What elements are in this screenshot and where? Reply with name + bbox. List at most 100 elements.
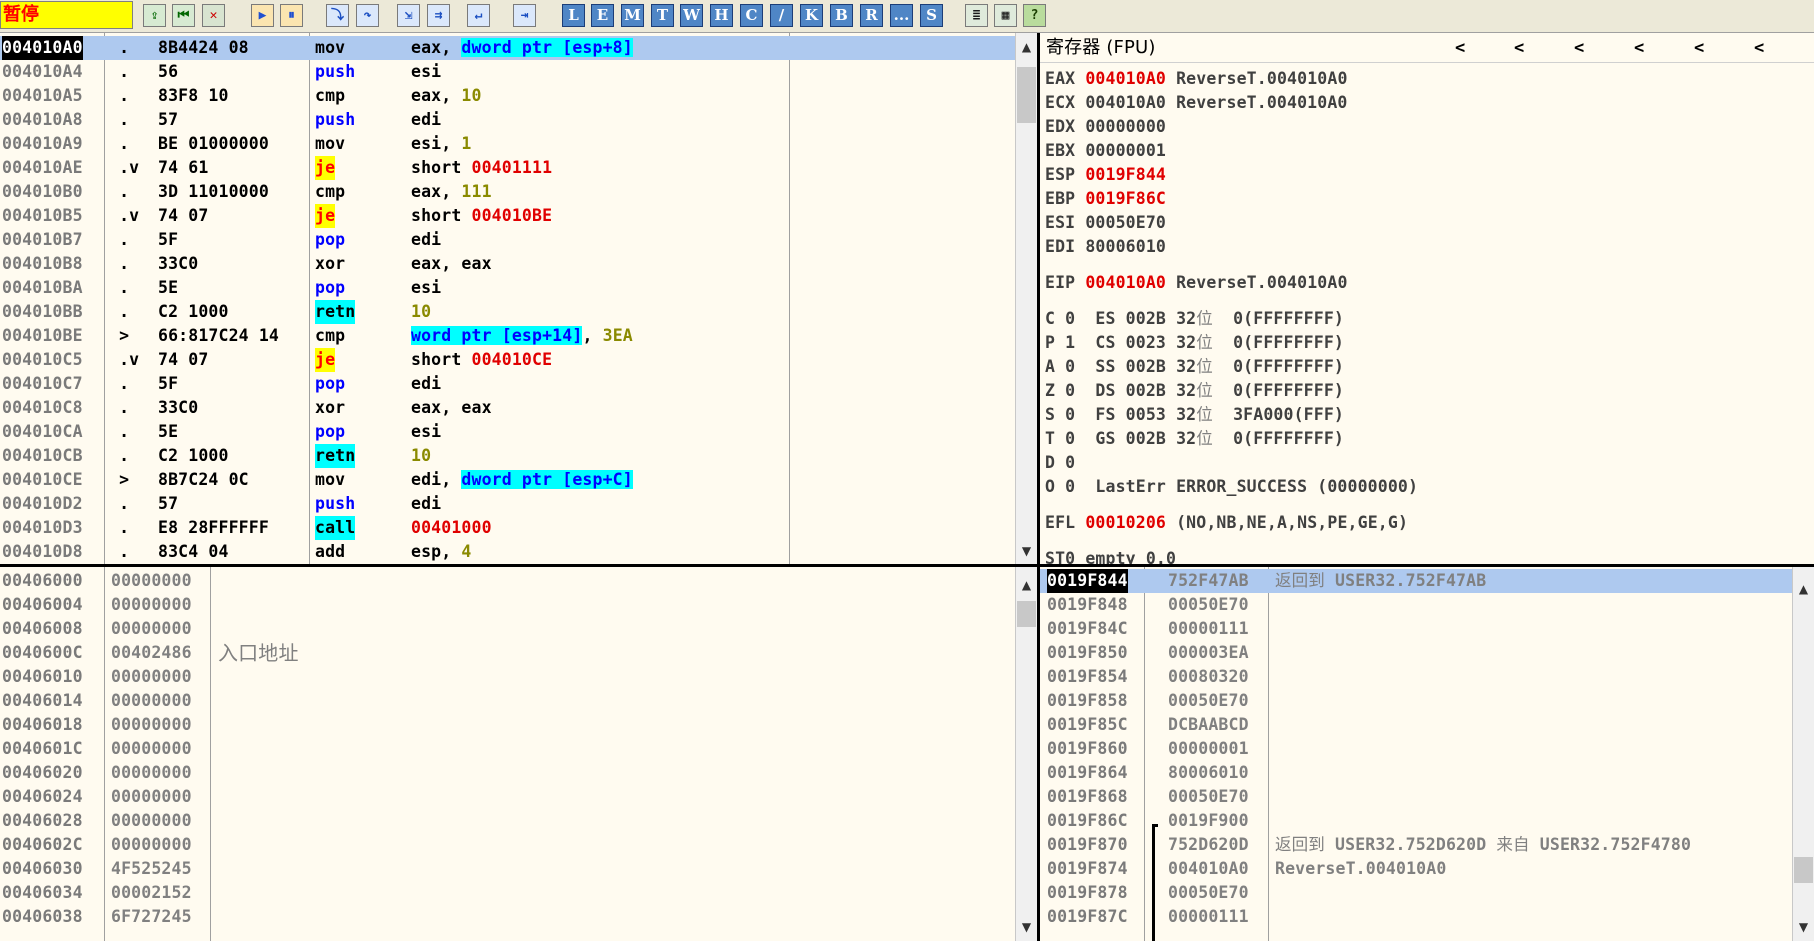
disasm-row[interactable]: 004010CE >8B7C24 0C mov edi, dword ptr [es… xyxy=(0,468,1015,492)
disasm-row[interactable]: 004010C7 . 5F pop edi xyxy=(0,372,1015,396)
scroll-down-arrow-icon[interactable]: ▼ xyxy=(1793,917,1814,937)
register-line[interactable]: EDX 00000000 xyxy=(1045,115,1166,139)
register-line[interactable]: P 1 CS 0023 32位 0(FFFFFFFF) xyxy=(1045,331,1344,355)
disasm-row[interactable]: 004010B0 . 3D 11010000 cmp eax, 111 xyxy=(0,180,1015,204)
stack-row[interactable]: 0019F874 004010A0 ReverseT.004010A0 xyxy=(1040,857,1792,881)
dump-row[interactable]: 00406038 6F727245 xyxy=(0,905,1015,929)
window-L-button[interactable]: L xyxy=(562,4,585,27)
stack-row[interactable]: 0019F84C 00000111 xyxy=(1040,617,1792,641)
register-line[interactable]: D 0 xyxy=(1045,451,1075,475)
window-slash-button[interactable]: / xyxy=(770,4,793,27)
stack-row[interactable]: 0019F860 00000001 xyxy=(1040,737,1792,761)
window-B-button[interactable]: B xyxy=(830,4,853,27)
memory-dump-pane[interactable]: 00406000 00000000 00406004 00000000 00406008… xyxy=(0,567,1037,941)
register-line[interactable]: ESI 00050E70 xyxy=(1045,211,1166,235)
window-R-button[interactable]: R xyxy=(860,4,883,27)
trace-over-button[interactable]: ⇉ xyxy=(427,4,450,27)
pause-button[interactable]: ⏸ xyxy=(280,4,303,27)
stack-scrollbar[interactable]: ▲ ▼ xyxy=(1792,567,1814,941)
help-button[interactable]: ? xyxy=(1023,4,1046,27)
step-into-button[interactable]: ⤵ xyxy=(326,4,349,27)
window-M-button[interactable]: M xyxy=(621,4,644,27)
run-button[interactable]: ▶ xyxy=(251,4,274,27)
dump-row[interactable]: 00406008 00000000 xyxy=(0,617,1015,641)
scrollbar-thumb[interactable] xyxy=(1017,67,1036,123)
stack-row[interactable]: 0019F87C 00000111 xyxy=(1040,905,1792,929)
register-line[interactable]: A 0 SS 002B 32位 0(FFFFFFFF) xyxy=(1045,355,1344,379)
execute-till-return-button[interactable]: ↵ xyxy=(467,4,490,27)
register-line[interactable]: ESP 0019F844 xyxy=(1045,163,1166,187)
register-line[interactable]: EAX 004010A0 ReverseT.004010A0 xyxy=(1045,67,1348,91)
register-line[interactable]: S 0 FS 0053 32位 3FA000(FFF) xyxy=(1045,403,1344,427)
dump-row[interactable]: 0040601C 00000000 xyxy=(0,737,1015,761)
disasm-row[interactable]: 004010CA . 5E pop esi xyxy=(0,420,1015,444)
colors-button[interactable]: ▦ xyxy=(994,4,1017,27)
stack-row[interactable]: 0019F878 00050E70 xyxy=(1040,881,1792,905)
scroll-up-arrow-icon[interactable]: ▲ xyxy=(1793,579,1814,599)
dump-row[interactable]: 00406030 4F525245 xyxy=(0,857,1015,881)
dump-row[interactable]: 0040600C 00402486 入口地址 xyxy=(0,641,1015,665)
dump-row[interactable]: 00406024 00000000 xyxy=(0,785,1015,809)
disasm-row[interactable]: 004010A0 . 8B4424 08 mov eax, dword ptr [es… xyxy=(0,36,1015,60)
scroll-down-arrow-icon[interactable]: ▼ xyxy=(1016,917,1037,937)
stack-row[interactable]: 0019F858 00050E70 xyxy=(1040,689,1792,713)
disasm-row[interactable]: 004010D3 . E8 28FFFFFF call 00401000 xyxy=(0,516,1015,540)
disasm-row[interactable]: 004010BE >66:817C24 14 cmp word ptr [esp+1… xyxy=(0,324,1015,348)
disasm-row[interactable]: 004010BB . C2 1000 retn 10 xyxy=(0,300,1015,324)
list-button[interactable]: ≣ xyxy=(965,4,988,27)
window-T-button[interactable]: T xyxy=(651,4,674,27)
window-dots-button[interactable]: ... xyxy=(890,4,913,27)
window-W-button[interactable]: W xyxy=(680,4,703,27)
stack-row[interactable]: 0019F86C 0019F900 xyxy=(1040,809,1792,833)
register-line[interactable]: EBX 00000001 xyxy=(1045,139,1166,163)
register-line[interactable]: EBP 0019F86C xyxy=(1045,187,1166,211)
disasm-row[interactable]: 004010B8 . 33C0 xor eax, eax xyxy=(0,252,1015,276)
stack-row[interactable]: 0019F864 80006010 xyxy=(1040,761,1792,785)
disasm-row[interactable]: 004010A4 . 56 push esi xyxy=(0,60,1015,84)
chevron-left-icon[interactable]: < xyxy=(1574,36,1584,60)
go-to-user-code-button[interactable]: ⇥ xyxy=(513,4,536,27)
scrollbar-thumb[interactable] xyxy=(1017,601,1036,627)
stack-row[interactable]: 0019F870 752D620D 返回到 USER32.752D620D 来自 U… xyxy=(1040,833,1792,857)
disasm-row[interactable]: 004010CB . C2 1000 retn 10 xyxy=(0,444,1015,468)
dump-row[interactable]: 00406034 00002152 xyxy=(0,881,1015,905)
register-line[interactable]: ECX 004010A0 ReverseT.004010A0 xyxy=(1045,91,1348,115)
dump-row[interactable]: 00406020 00000000 xyxy=(0,761,1015,785)
scroll-up-arrow-icon[interactable]: ▲ xyxy=(1016,575,1037,595)
dump-row[interactable]: 00406010 00000000 xyxy=(0,665,1015,689)
disasm-row[interactable]: 004010AE .v 74 61 je short 00401111 xyxy=(0,156,1015,180)
open-button[interactable]: ⇪ xyxy=(143,4,166,27)
stack-row[interactable]: 0019F85C DCBAABCD xyxy=(1040,713,1792,737)
disasm-row[interactable]: 004010D8 . 83C4 04 add esp, 4 xyxy=(0,540,1015,564)
stack-row[interactable]: 0019F850 000003EA xyxy=(1040,641,1792,665)
register-line[interactable]: Z 0 DS 002B 32位 0(FFFFFFFF) xyxy=(1045,379,1344,403)
register-line[interactable]: EDI 80006010 xyxy=(1045,235,1166,259)
chevron-left-icon[interactable]: < xyxy=(1514,36,1524,60)
dump-row[interactable]: 00406014 00000000 xyxy=(0,689,1015,713)
dump-row[interactable]: 00406004 00000000 xyxy=(0,593,1015,617)
register-line[interactable]: EFL 00010206 (NO,NB,NE,A,NS,PE,GE,G) xyxy=(1045,511,1408,535)
register-line[interactable]: C 0 ES 002B 32位 0(FFFFFFFF) xyxy=(1045,307,1344,331)
disasm-row[interactable]: 004010D2 . 57 push edi xyxy=(0,492,1015,516)
disasm-row[interactable]: 004010C5 .v 74 07 je short 004010CE xyxy=(0,348,1015,372)
cpu-scrollbar[interactable]: ▲ ▼ xyxy=(1015,33,1037,564)
close-button[interactable]: ✕ xyxy=(202,4,225,27)
cpu-disassembly-pane[interactable]: 004010A0 . 8B4424 08 mov eax, dword ptr [es… xyxy=(0,33,1037,564)
window-K-button[interactable]: K xyxy=(800,4,823,27)
chevron-left-icon[interactable]: < xyxy=(1455,36,1465,60)
stack-row[interactable]: 0019F848 00050E70 xyxy=(1040,593,1792,617)
stack-row[interactable]: 0019F868 00050E70 xyxy=(1040,785,1792,809)
disasm-row[interactable]: 004010B5 .v 74 07 je short 004010BE xyxy=(0,204,1015,228)
register-line[interactable]: ST0 empty 0.0 xyxy=(1045,547,1176,564)
disasm-row[interactable]: 004010B7 . 5F pop edi xyxy=(0,228,1015,252)
dump-row[interactable]: 00406028 00000000 xyxy=(0,809,1015,833)
chevron-left-icon[interactable]: < xyxy=(1754,36,1764,60)
disasm-row[interactable]: 004010A9 . BE 01000000 mov esi, 1 xyxy=(0,132,1015,156)
restart-button[interactable]: ⏮ xyxy=(172,4,195,27)
register-line[interactable]: O 0 LastErr ERROR_SUCCESS (00000000) xyxy=(1045,475,1418,499)
scroll-down-arrow-icon[interactable]: ▼ xyxy=(1016,541,1037,561)
disasm-row[interactable]: 004010A8 . 57 push edi xyxy=(0,108,1015,132)
scrollbar-thumb[interactable] xyxy=(1794,857,1813,883)
scroll-up-arrow-icon[interactable]: ▲ xyxy=(1016,37,1037,57)
trace-into-button[interactable]: ⇲ xyxy=(397,4,420,27)
